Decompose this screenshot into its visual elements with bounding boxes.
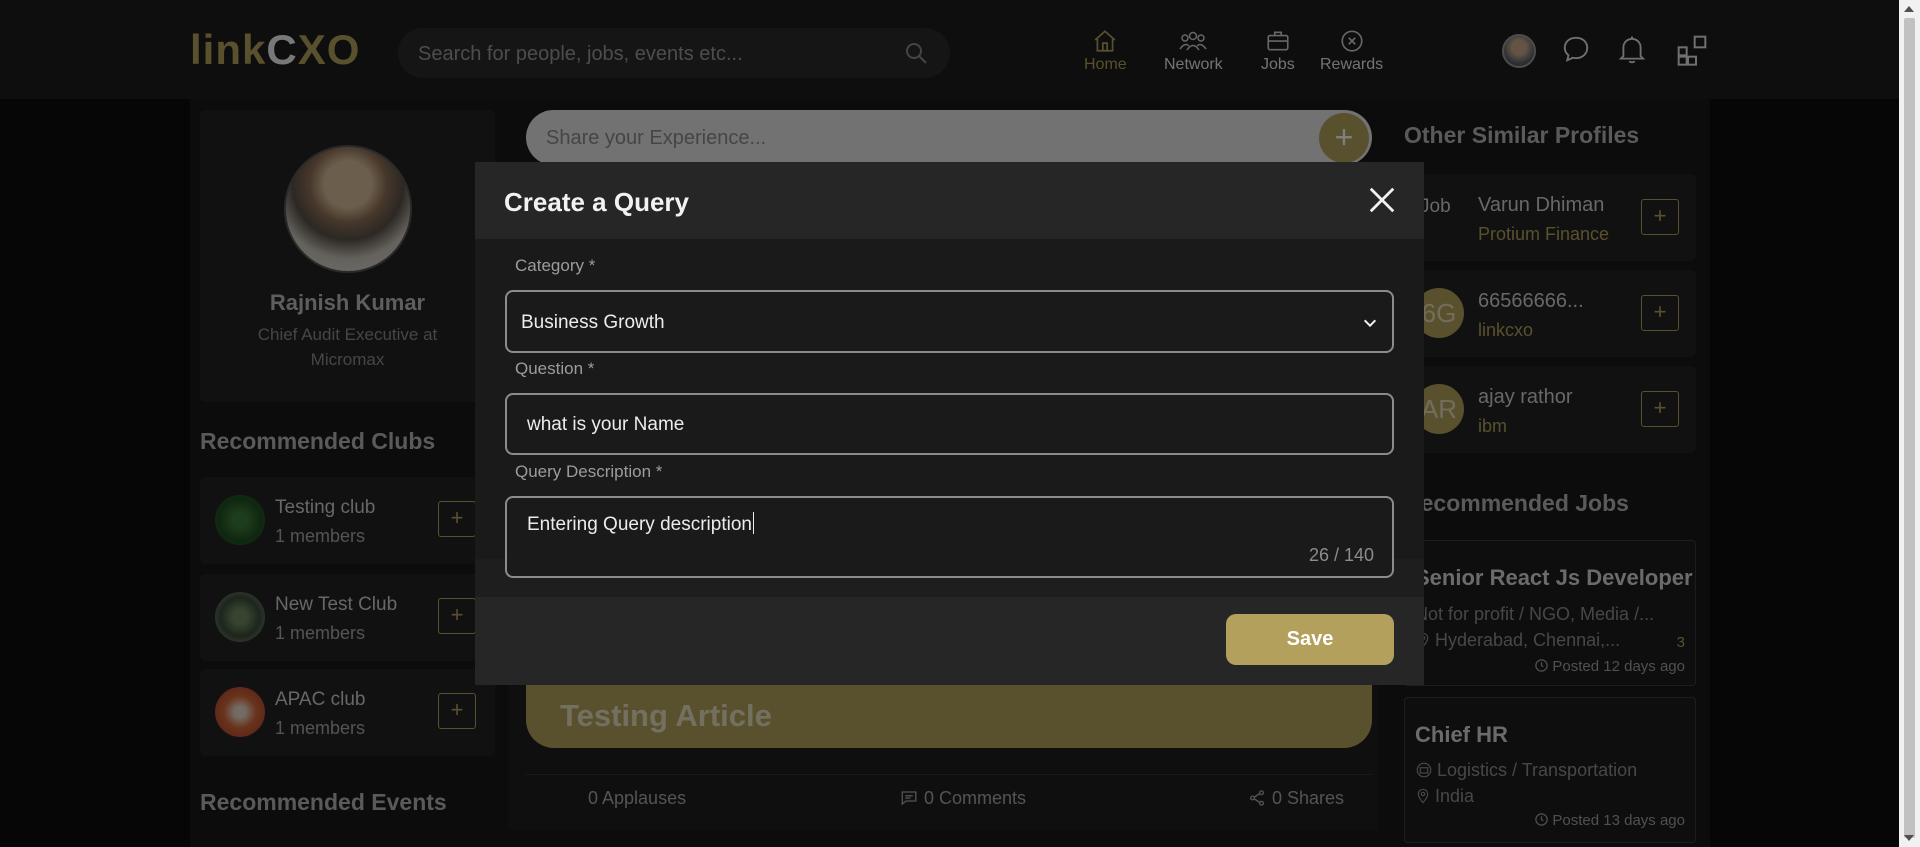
description-textarea[interactable]: Entering Query description 26 / 140: [505, 496, 1394, 578]
modal-header: Create a Query: [475, 162, 1424, 239]
chevron-down-icon: [1363, 319, 1377, 328]
save-button[interactable]: Save: [1226, 614, 1394, 665]
close-icon[interactable]: [1367, 185, 1397, 215]
question-label: Question *: [515, 359, 595, 378]
modal-body: Category * Business Growth Question * wh…: [475, 239, 1424, 578]
category-select[interactable]: Business Growth: [505, 290, 1394, 353]
category-label: Category *: [515, 256, 596, 275]
scrollbar-thumb[interactable]: [1904, 18, 1915, 838]
question-input[interactable]: what is your Name: [505, 393, 1394, 455]
character-counter: 26 / 140: [1308, 545, 1374, 565]
description-value: Entering Query description: [527, 512, 754, 535]
page-scrollbar[interactable]: [1899, 0, 1920, 847]
description-label: Query Description *: [515, 462, 663, 481]
category-value: Business Growth: [521, 312, 665, 333]
scroll-down-arrow-icon[interactable]: [1904, 835, 1914, 841]
scroll-up-arrow-icon[interactable]: [1904, 6, 1914, 12]
modal-title: Create a Query: [504, 187, 689, 217]
question-value: what is your Name: [527, 414, 685, 435]
create-query-modal: Create a Query Category * Business Growt…: [475, 162, 1424, 685]
text-cursor: [752, 512, 754, 534]
